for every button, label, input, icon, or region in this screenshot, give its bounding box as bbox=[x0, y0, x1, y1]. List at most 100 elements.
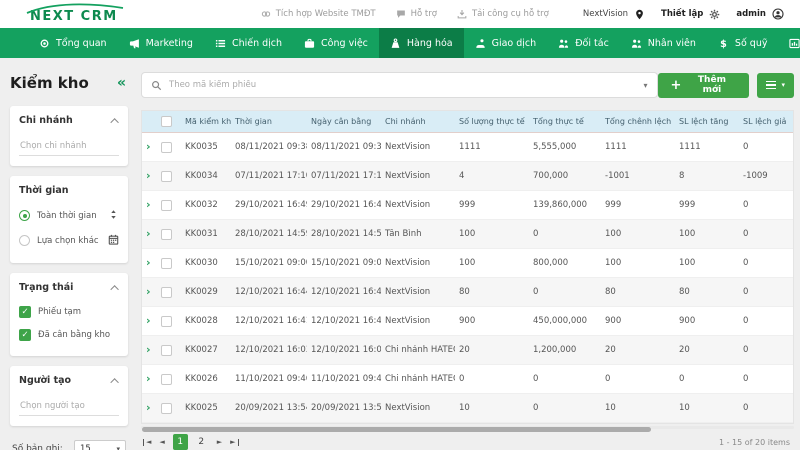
row-checkbox[interactable] bbox=[161, 315, 172, 327]
sort-icon-slot[interactable] bbox=[108, 209, 119, 223]
expand-row-chevron[interactable]: › bbox=[146, 257, 151, 269]
expand-row-chevron[interactable]: › bbox=[146, 228, 151, 240]
expand-row-chevron[interactable]: › bbox=[146, 170, 151, 182]
search-type-dropdown[interactable]: ▾ bbox=[643, 81, 647, 90]
expand-row-chevron[interactable]: › bbox=[146, 199, 151, 211]
checkbox-checked[interactable]: ✓ bbox=[19, 305, 31, 318]
expand-row-chevron[interactable]: › bbox=[146, 141, 151, 153]
cell-0: KK0034 bbox=[185, 171, 218, 181]
row-checkbox[interactable] bbox=[161, 199, 172, 211]
row-checkbox[interactable] bbox=[161, 257, 172, 269]
nav-item-7[interactable]: Nhân viên bbox=[620, 28, 707, 58]
first-page-button[interactable]: ◄ bbox=[143, 438, 151, 446]
column-header-1[interactable]: Thời gian bbox=[231, 117, 307, 126]
nav-item-3[interactable]: Công việc bbox=[293, 28, 379, 58]
last-page-button[interactable]: ► bbox=[230, 438, 239, 446]
topbar-link-1[interactable]: Hỗ trợ bbox=[396, 9, 437, 19]
expand-row-chevron[interactable]: › bbox=[146, 344, 151, 356]
nextcrm-logo[interactable]: NEXT CRM bbox=[26, 0, 124, 28]
nav-item-6[interactable]: Đối tác bbox=[547, 28, 620, 58]
table-row[interactable]: › KK0026 11/10/2021 09:46 11/10/2021 09:46 C… bbox=[142, 365, 793, 394]
prev-page-button[interactable]: ◄ bbox=[159, 438, 164, 446]
topbar-link-2[interactable]: Tải công cụ hỗ trợ bbox=[457, 9, 549, 19]
time-option-0[interactable]: Toàn thời gian bbox=[19, 203, 119, 228]
calendar-icon[interactable] bbox=[108, 234, 119, 245]
nav-item-2[interactable]: Chiến dịch bbox=[204, 28, 293, 58]
select-all-column bbox=[157, 116, 181, 127]
row-checkbox[interactable] bbox=[161, 402, 172, 414]
expand-row-chevron[interactable]: › bbox=[146, 315, 151, 327]
cell-4: 900 bbox=[459, 316, 476, 326]
calendar-icon-slot[interactable] bbox=[108, 234, 119, 248]
nav-item-label: Chiến dịch bbox=[231, 37, 283, 49]
table-row[interactable]: › KK0025 20/09/2021 13:54 20/09/2021 13:54 N… bbox=[142, 394, 793, 423]
nav-item-0[interactable]: Tổng quan bbox=[28, 28, 118, 58]
expand-row-chevron[interactable]: › bbox=[146, 373, 151, 385]
table-row[interactable]: › KK0029 12/10/2021 16:44 12/10/2021 16:44 N… bbox=[142, 278, 793, 307]
column-header-5[interactable]: Tổng thực tế bbox=[529, 117, 601, 126]
row-checkbox[interactable] bbox=[161, 170, 172, 182]
expand-row-chevron[interactable]: › bbox=[146, 402, 151, 414]
row-checkbox[interactable] bbox=[161, 286, 172, 298]
column-header-7[interactable]: SL lệch tăng bbox=[675, 117, 739, 126]
plus-icon: + bbox=[670, 77, 682, 93]
column-header-3[interactable]: Chi nhánh bbox=[381, 117, 455, 126]
column-header-4[interactable]: Số lượng thực tế bbox=[455, 117, 529, 126]
radio-selected[interactable] bbox=[19, 210, 30, 221]
company-name[interactable]: NextVision bbox=[583, 9, 628, 19]
column-header-8[interactable]: SL lệch giảm bbox=[739, 117, 786, 126]
status-option-1[interactable]: ✓ Đã cân bằng kho bbox=[19, 323, 119, 346]
next-page-button[interactable]: ► bbox=[217, 438, 222, 446]
nav-item-5[interactable]: Giao dịch bbox=[464, 28, 548, 58]
time-option-1[interactable]: Lựa chọn khác bbox=[19, 228, 119, 253]
gear-icon[interactable] bbox=[709, 9, 720, 20]
user-menu[interactable]: admin bbox=[736, 9, 766, 19]
select-all-checkbox[interactable] bbox=[161, 116, 172, 127]
sort-icon[interactable] bbox=[108, 209, 119, 220]
expand-row-chevron[interactable]: › bbox=[146, 286, 151, 298]
nav-item-9[interactable]: Báo cáo bbox=[778, 28, 800, 58]
chevron-up-icon[interactable] bbox=[110, 117, 119, 127]
table-row[interactable]: › KK0035 08/11/2021 09:38 08/11/2021 09:38 N… bbox=[142, 133, 793, 162]
settings-link[interactable]: Thiết lập bbox=[661, 9, 703, 19]
row-checkbox[interactable] bbox=[161, 228, 172, 240]
nav-item-1[interactable]: Marketing bbox=[118, 28, 204, 58]
column-header-2[interactable]: Ngày cân bằng bbox=[307, 117, 381, 126]
fund-icon: $ bbox=[720, 38, 727, 48]
creator-input[interactable] bbox=[19, 397, 119, 416]
page-button-2[interactable]: 2 bbox=[194, 434, 209, 450]
table-row[interactable]: › KK0032 29/10/2021 16:49 29/10/2021 16:49 N… bbox=[142, 191, 793, 220]
nav-item-8[interactable]: $ Số quỹ bbox=[707, 28, 779, 58]
cell-1: 11/10/2021 09:46 bbox=[235, 374, 307, 384]
horizontal-scrollbar[interactable] bbox=[141, 426, 794, 432]
records-per-page-select[interactable]: 15 ▾ bbox=[74, 440, 126, 450]
nav-item-4[interactable]: Hàng hóa bbox=[378, 28, 464, 58]
chevron-up-icon[interactable] bbox=[110, 284, 119, 294]
cell-6: -1001 bbox=[605, 171, 630, 181]
checkbox-checked[interactable]: ✓ bbox=[19, 328, 31, 341]
row-checkbox[interactable] bbox=[161, 373, 172, 385]
column-header-0[interactable]: Mã kiểm kho bbox=[181, 117, 231, 126]
search-input[interactable] bbox=[169, 80, 637, 90]
pagination: ◄ ◄ 12 ► ► 1 - 15 of 20 items bbox=[141, 429, 794, 450]
table-row[interactable]: › KK0031 28/10/2021 14:59 28/10/2021 14:59 T… bbox=[142, 220, 793, 249]
status-option-0[interactable]: ✓ Phiếu tạm bbox=[19, 300, 119, 323]
column-header-6[interactable]: Tổng chênh lệch bbox=[601, 117, 675, 126]
branch-input[interactable] bbox=[19, 137, 119, 156]
table-row[interactable]: › KK0034 07/11/2021 17:10 07/11/2021 17:11 N… bbox=[142, 162, 793, 191]
table-row[interactable]: › KK0027 12/10/2021 16:03 12/10/2021 16:03 C… bbox=[142, 336, 793, 365]
chevron-up-icon[interactable] bbox=[110, 377, 119, 387]
add-new-button[interactable]: + Thêm mới bbox=[657, 72, 750, 98]
topbar-link-0[interactable]: Tích hợp Website TMĐT bbox=[261, 9, 376, 19]
table-row[interactable]: › KK0028 12/10/2021 16:41 12/10/2021 16:41 N… bbox=[142, 307, 793, 336]
row-checkbox[interactable] bbox=[161, 141, 172, 153]
table-row[interactable]: › KK0030 15/10/2021 09:00 15/10/2021 09:00 N… bbox=[142, 249, 793, 278]
row-checkbox[interactable] bbox=[161, 344, 172, 356]
grid-menu-button[interactable]: ▾ bbox=[757, 72, 794, 98]
page-button-1[interactable]: 1 bbox=[172, 434, 188, 450]
nav-item-label: Marketing bbox=[145, 37, 193, 49]
scrollbar-thumb[interactable] bbox=[142, 427, 652, 432]
cell-6: 1111 bbox=[605, 142, 627, 152]
radio-unselected[interactable] bbox=[19, 235, 30, 246]
collapse-sidebar-button[interactable]: « bbox=[117, 76, 126, 90]
